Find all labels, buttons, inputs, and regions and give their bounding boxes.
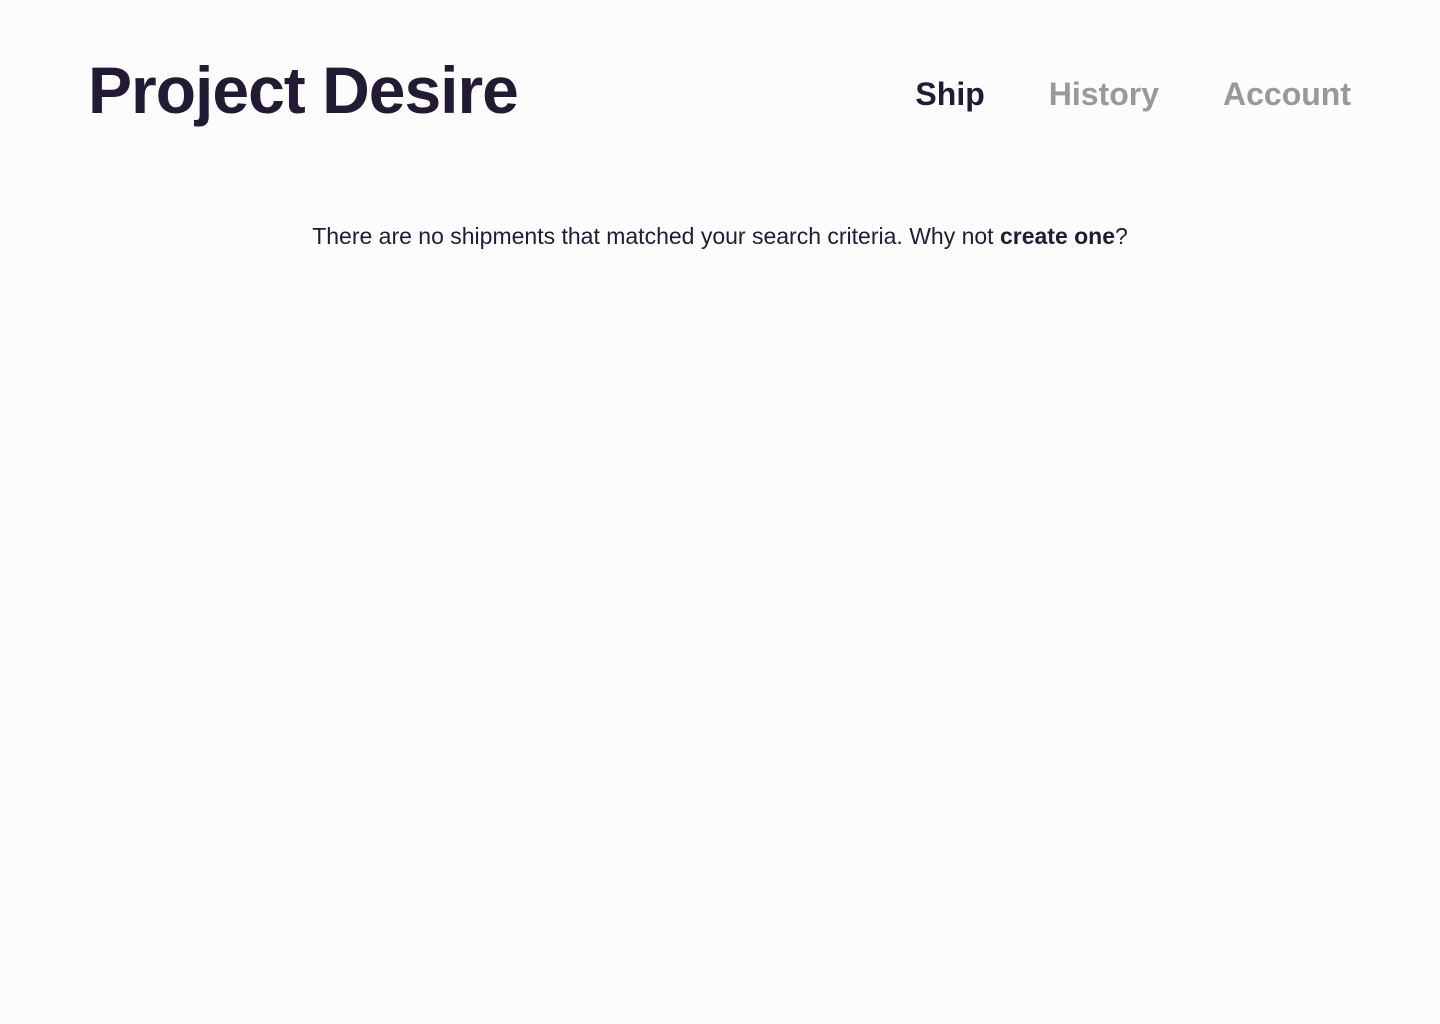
nav-item-history[interactable]: History [1049,72,1159,116]
nav-item-ship[interactable]: Ship [915,72,984,116]
create-shipment-link[interactable]: create one [1000,223,1115,249]
nav-item-account[interactable]: Account [1223,72,1351,116]
empty-state-message: There are no shipments that matched your… [0,219,1440,253]
empty-message-text: There are no shipments that matched your… [312,223,1000,249]
app-title: Project Desire [88,53,519,127]
main-nav: Ship History Account [915,72,1351,116]
app-header: Project Desire Ship History Account [0,0,1440,150]
empty-message-suffix: ? [1115,223,1128,249]
